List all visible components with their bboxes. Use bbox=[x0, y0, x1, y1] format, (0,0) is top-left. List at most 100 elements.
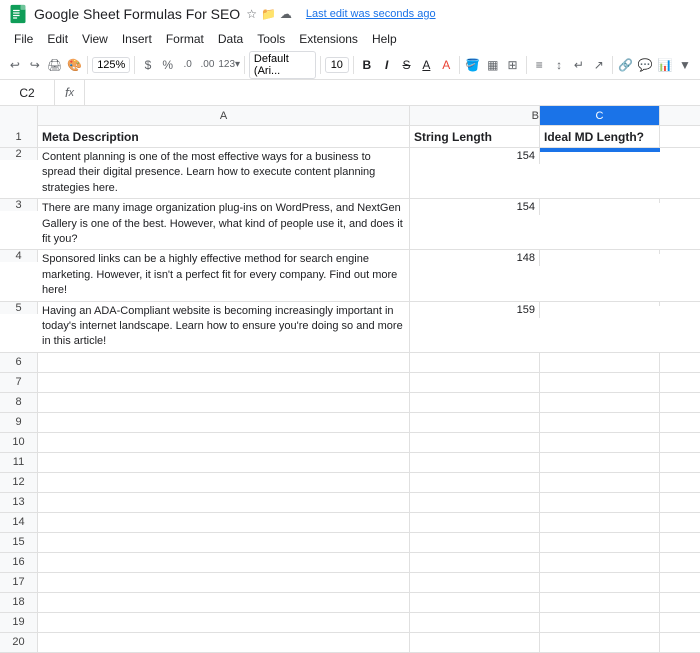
cell-a-empty[interactable] bbox=[38, 453, 410, 472]
cell-a-empty[interactable] bbox=[38, 473, 410, 492]
row-number[interactable]: 5 bbox=[0, 302, 38, 314]
filter-button[interactable]: ▼ bbox=[676, 54, 694, 76]
cell-a-empty[interactable] bbox=[38, 613, 410, 632]
cell-b-empty[interactable] bbox=[410, 453, 540, 472]
paint-format-button[interactable]: 🎨 bbox=[66, 54, 84, 76]
cell-b5[interactable]: 159 bbox=[410, 302, 540, 318]
cell-a-empty[interactable] bbox=[38, 533, 410, 552]
menu-tools[interactable]: Tools bbox=[251, 30, 291, 48]
cell-b-empty[interactable] bbox=[410, 633, 540, 652]
comment-button[interactable]: 💬 bbox=[636, 54, 654, 76]
header-ideal-md[interactable]: Ideal MD Length? bbox=[540, 126, 660, 147]
cell-b-empty[interactable] bbox=[410, 513, 540, 532]
strikethrough-button[interactable]: S bbox=[398, 54, 416, 76]
row-number[interactable]: 18 bbox=[0, 593, 38, 612]
cell-b-empty[interactable] bbox=[410, 553, 540, 572]
row-number[interactable]: 16 bbox=[0, 553, 38, 572]
cell-c2[interactable] bbox=[540, 148, 660, 152]
cell-b2[interactable]: 154 bbox=[410, 148, 540, 164]
cell-c-empty[interactable] bbox=[540, 473, 660, 492]
cell-b-empty[interactable] bbox=[410, 533, 540, 552]
italic-button[interactable]: I bbox=[378, 54, 396, 76]
cell-a-empty[interactable] bbox=[38, 393, 410, 412]
redo-button[interactable]: ↪ bbox=[26, 54, 44, 76]
row-number[interactable]: 2 bbox=[0, 148, 38, 160]
row-number[interactable]: 12 bbox=[0, 473, 38, 492]
row-number[interactable]: 1 bbox=[0, 126, 38, 147]
cell-c-empty[interactable] bbox=[540, 433, 660, 452]
cell-b-empty[interactable] bbox=[410, 493, 540, 512]
row-number[interactable]: 9 bbox=[0, 413, 38, 432]
cell-c-empty[interactable] bbox=[540, 553, 660, 572]
cell-c-empty[interactable] bbox=[540, 613, 660, 632]
cell-a-empty[interactable] bbox=[38, 373, 410, 392]
row-number[interactable]: 11 bbox=[0, 453, 38, 472]
header-string-length[interactable]: String Length bbox=[410, 126, 540, 147]
cell-a5[interactable]: Having an ADA-Compliant website is becom… bbox=[38, 302, 410, 352]
cell-b-empty[interactable] bbox=[410, 613, 540, 632]
cell-b-empty[interactable] bbox=[410, 473, 540, 492]
cell-c-empty[interactable] bbox=[540, 633, 660, 652]
cell-reference-box[interactable]: C2 bbox=[0, 80, 55, 106]
cell-b-empty[interactable] bbox=[410, 593, 540, 612]
col-header-a[interactable]: A bbox=[38, 106, 410, 125]
cell-c-empty[interactable] bbox=[540, 453, 660, 472]
print-button[interactable]: 🖨 bbox=[46, 54, 64, 76]
cell-a-empty[interactable] bbox=[38, 493, 410, 512]
cell-c-empty[interactable] bbox=[540, 413, 660, 432]
folder-icon[interactable]: 📁 bbox=[261, 7, 276, 21]
last-edit-label[interactable]: Last edit was seconds ago bbox=[306, 8, 436, 20]
cell-b4[interactable]: 148 bbox=[410, 250, 540, 266]
cell-a-empty[interactable] bbox=[38, 513, 410, 532]
row-number[interactable]: 20 bbox=[0, 633, 38, 652]
row-number[interactable]: 14 bbox=[0, 513, 38, 532]
cell-a-empty[interactable] bbox=[38, 353, 410, 372]
bold-button[interactable]: B bbox=[358, 54, 376, 76]
dec-decrease-button[interactable]: .0 bbox=[179, 54, 197, 76]
cell-b-empty[interactable] bbox=[410, 573, 540, 592]
percent-button[interactable]: % bbox=[159, 54, 177, 76]
row-number[interactable]: 13 bbox=[0, 493, 38, 512]
menu-data[interactable]: Data bbox=[212, 30, 249, 48]
align-left-button[interactable]: ≡ bbox=[530, 54, 548, 76]
dec-increase-button[interactable]: .00 bbox=[199, 54, 217, 76]
cell-a-empty[interactable] bbox=[38, 593, 410, 612]
fill-color-button[interactable]: 🪣 bbox=[464, 54, 482, 76]
cell-a-empty[interactable] bbox=[38, 413, 410, 432]
row-number[interactable]: 19 bbox=[0, 613, 38, 632]
chart-button[interactable]: 📊 bbox=[656, 54, 674, 76]
menu-help[interactable]: Help bbox=[366, 30, 403, 48]
currency-button[interactable]: $ bbox=[139, 54, 157, 76]
cell-a3[interactable]: There are many image organization plug-i… bbox=[38, 199, 410, 249]
cell-b-empty[interactable] bbox=[410, 433, 540, 452]
menu-extensions[interactable]: Extensions bbox=[293, 30, 364, 48]
row-number[interactable]: 7 bbox=[0, 373, 38, 392]
cell-b-empty[interactable] bbox=[410, 413, 540, 432]
col-header-b[interactable]: B bbox=[410, 106, 540, 125]
text-color-button[interactable]: A bbox=[437, 54, 455, 76]
menu-view[interactable]: View bbox=[76, 30, 114, 48]
cell-a-empty[interactable] bbox=[38, 433, 410, 452]
valign-button[interactable]: ↕ bbox=[550, 54, 568, 76]
menu-edit[interactable]: Edit bbox=[41, 30, 74, 48]
zoom-selector[interactable]: 125% bbox=[92, 57, 130, 73]
cell-c-empty[interactable] bbox=[540, 393, 660, 412]
border-button[interactable]: ▦ bbox=[484, 54, 502, 76]
font-size-selector[interactable]: 10 bbox=[325, 57, 350, 73]
font-selector[interactable]: Default (Ari... bbox=[249, 51, 316, 79]
cell-c-empty[interactable] bbox=[540, 513, 660, 532]
cell-a-empty[interactable] bbox=[38, 553, 410, 572]
cell-c-empty[interactable] bbox=[540, 353, 660, 372]
col-header-c[interactable]: C bbox=[540, 106, 660, 125]
cell-a4[interactable]: Sponsored links can be a highly effectiv… bbox=[38, 250, 410, 300]
cell-a-empty[interactable] bbox=[38, 573, 410, 592]
formula-input[interactable] bbox=[85, 86, 700, 100]
row-number[interactable]: 6 bbox=[0, 353, 38, 372]
row-number[interactable]: 8 bbox=[0, 393, 38, 412]
corner-cell[interactable] bbox=[0, 106, 38, 126]
menu-insert[interactable]: Insert bbox=[116, 30, 158, 48]
header-meta-desc[interactable]: Meta Description bbox=[38, 126, 410, 147]
menu-file[interactable]: File bbox=[8, 30, 39, 48]
row-number[interactable]: 10 bbox=[0, 433, 38, 452]
wrap-button[interactable]: ↵ bbox=[570, 54, 588, 76]
